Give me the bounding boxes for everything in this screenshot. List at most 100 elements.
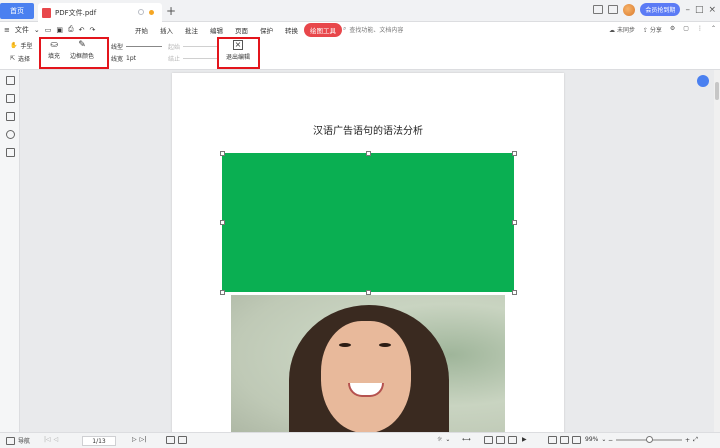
status-bar: 导航 |◁ ◁ 1/13 ▷ ▷| ☼ ⌄ ⟷ ▶ 99% ⌄ − + ⤢ xyxy=(0,432,720,448)
document-canvas[interactable]: 汉语广告语句的语法分析 xyxy=(21,70,711,432)
resize-handle-bottom-right[interactable] xyxy=(512,290,517,295)
exit-fullscreen-icon[interactable] xyxy=(178,436,187,444)
prev-page-icon[interactable]: ◁ xyxy=(54,436,59,443)
read-mode-icon[interactable]: ☼ xyxy=(437,436,442,443)
pen-icon: ✎ xyxy=(78,40,86,50)
pdf-page: 汉语广告语句的语法分析 xyxy=(172,73,564,432)
full-width-icon[interactable] xyxy=(572,436,581,444)
portrait-photo[interactable] xyxy=(231,295,505,432)
fit-view-icon[interactable] xyxy=(548,436,557,444)
open-folder-icon[interactable]: ▭ xyxy=(45,26,52,34)
chevron-down-icon[interactable]: ⌄ xyxy=(601,436,606,443)
rotate-icon[interactable] xyxy=(560,436,569,444)
chevron-down-icon[interactable]: ⌄ xyxy=(34,26,40,34)
save-icon[interactable]: ▣ xyxy=(56,26,63,34)
hand-tool-button[interactable]: ✋ 手型 xyxy=(10,41,33,50)
sync-button[interactable]: ☁ 未同步 xyxy=(609,25,635,34)
tab-page[interactable]: 页面 xyxy=(229,23,254,37)
resize-handle-top-right[interactable] xyxy=(512,151,517,156)
fill-button[interactable]: ⛀ 填充 xyxy=(48,40,60,60)
vertical-scrollbar[interactable] xyxy=(714,70,720,432)
last-page-icon[interactable]: ▷| xyxy=(140,436,147,443)
single-page-icon[interactable] xyxy=(484,436,493,444)
line-type-control[interactable]: 线型 xyxy=(111,42,163,51)
print-icon[interactable]: ⎙ xyxy=(68,25,74,34)
window-layout-icon[interactable] xyxy=(593,5,604,14)
signature-icon[interactable] xyxy=(6,148,15,157)
resize-handle-bottom-left[interactable] xyxy=(220,290,225,295)
nav-toggle[interactable]: 导航 xyxy=(6,436,30,445)
minimize-icon[interactable]: – xyxy=(685,5,690,15)
fit-page-icon[interactable] xyxy=(166,436,175,444)
line-width-value: 1pt xyxy=(126,55,136,62)
next-page-icon[interactable]: ▷ xyxy=(132,436,137,443)
assistant-float-icon[interactable] xyxy=(697,75,709,87)
file-menu[interactable]: 文件 xyxy=(15,25,29,35)
settings-icon[interactable]: ⚙ xyxy=(670,25,675,34)
tab-convert[interactable]: 转换 xyxy=(279,23,304,37)
hamburger-icon[interactable]: ≡ xyxy=(4,26,10,34)
grid-view-icon[interactable] xyxy=(608,5,619,14)
zoom-in-icon[interactable]: + xyxy=(685,437,690,444)
attachment-icon[interactable] xyxy=(6,130,15,139)
tab-protect[interactable]: 保护 xyxy=(254,23,279,37)
thumbnail-icon[interactable] xyxy=(6,94,15,103)
search-placeholder: 查找功能、文档内容 xyxy=(349,27,404,34)
start-arrow-control[interactable]: 起始 xyxy=(168,42,220,51)
zoom-value[interactable]: 99% xyxy=(585,436,598,443)
member-badge[interactable]: 会员抢到期 xyxy=(640,3,681,16)
document-tab[interactable]: PDF文件.pdf xyxy=(38,3,162,22)
message-icon[interactable]: ▢ xyxy=(683,25,689,34)
tab-start[interactable]: 开始 xyxy=(129,23,154,37)
end-arrow-control[interactable]: 结止 xyxy=(168,54,220,63)
page-number-input[interactable]: 1/13 xyxy=(82,436,116,446)
double-page-icon[interactable] xyxy=(496,436,505,444)
fit-screen-icon[interactable]: ⤢ xyxy=(693,436,698,444)
undo-icon[interactable]: ↶ xyxy=(79,26,85,34)
left-sidebar xyxy=(0,70,20,432)
pdf-file-icon xyxy=(42,7,51,18)
tab-edit[interactable]: 编辑 xyxy=(204,23,229,37)
first-page-icon[interactable]: |◁ xyxy=(44,436,51,443)
cursor-icon: ⇱ xyxy=(10,55,16,62)
resize-handle-top-left[interactable] xyxy=(220,151,225,156)
zoom-out-icon[interactable]: − xyxy=(608,437,613,444)
avatar[interactable] xyxy=(623,3,636,16)
collapse-icon[interactable]: ⌃ xyxy=(711,25,716,34)
bookmark-icon[interactable] xyxy=(6,76,15,85)
resize-handle-right[interactable] xyxy=(512,220,517,225)
continuous-page-icon[interactable] xyxy=(508,436,517,444)
select-tool-button[interactable]: ⇱ 选择 xyxy=(10,54,30,63)
title-bar: 首页 PDF文件.pdf + 会员抢到期 – □ × xyxy=(0,0,720,22)
scrollbar-thumb[interactable] xyxy=(715,82,719,100)
home-tab[interactable]: 首页 xyxy=(0,3,34,19)
close-icon[interactable]: × xyxy=(708,5,716,15)
border-color-button[interactable]: ✎ 边框颜色 xyxy=(70,40,94,60)
resize-handle-left[interactable] xyxy=(220,220,225,225)
tab-insert[interactable]: 插入 xyxy=(154,23,179,37)
zoom-slider-knob[interactable] xyxy=(646,436,654,443)
tab-annotate[interactable]: 批注 xyxy=(179,23,204,37)
more-icon[interactable]: ⋮ xyxy=(697,25,703,34)
search-box[interactable]: ⌕ 查找功能、文档内容 xyxy=(343,25,403,34)
line-width-control[interactable]: 线宽 1pt xyxy=(111,54,136,63)
resize-handle-top[interactable] xyxy=(366,151,371,156)
new-tab-button[interactable]: + xyxy=(166,4,176,18)
zoom-slider[interactable] xyxy=(616,436,683,443)
selected-rectangle-shape[interactable] xyxy=(222,153,514,292)
document-tab-label: PDF文件.pdf xyxy=(55,8,97,17)
redo-icon[interactable]: ↷ xyxy=(89,26,95,34)
comment-icon[interactable] xyxy=(6,112,15,121)
exit-edit-button[interactable]: × 退出编辑 xyxy=(226,40,250,61)
photo-face xyxy=(321,321,411,432)
photo-eye-right xyxy=(379,343,391,347)
fit-width-icon[interactable]: ⟷ xyxy=(462,436,471,443)
play-icon[interactable]: ▶ xyxy=(522,436,527,443)
tab-drawing-tools[interactable]: 绘图工具 xyxy=(304,23,342,37)
page-title: 汉语广告语句的语法分析 xyxy=(313,126,423,137)
share-button[interactable]: ⇪ 分享 xyxy=(643,25,662,34)
chevron-down-icon[interactable]: ⌄ xyxy=(445,436,450,443)
unsaved-dot-icon[interactable] xyxy=(149,10,154,15)
maximize-icon[interactable]: □ xyxy=(695,5,704,15)
search-icon: ⌕ xyxy=(343,25,347,32)
